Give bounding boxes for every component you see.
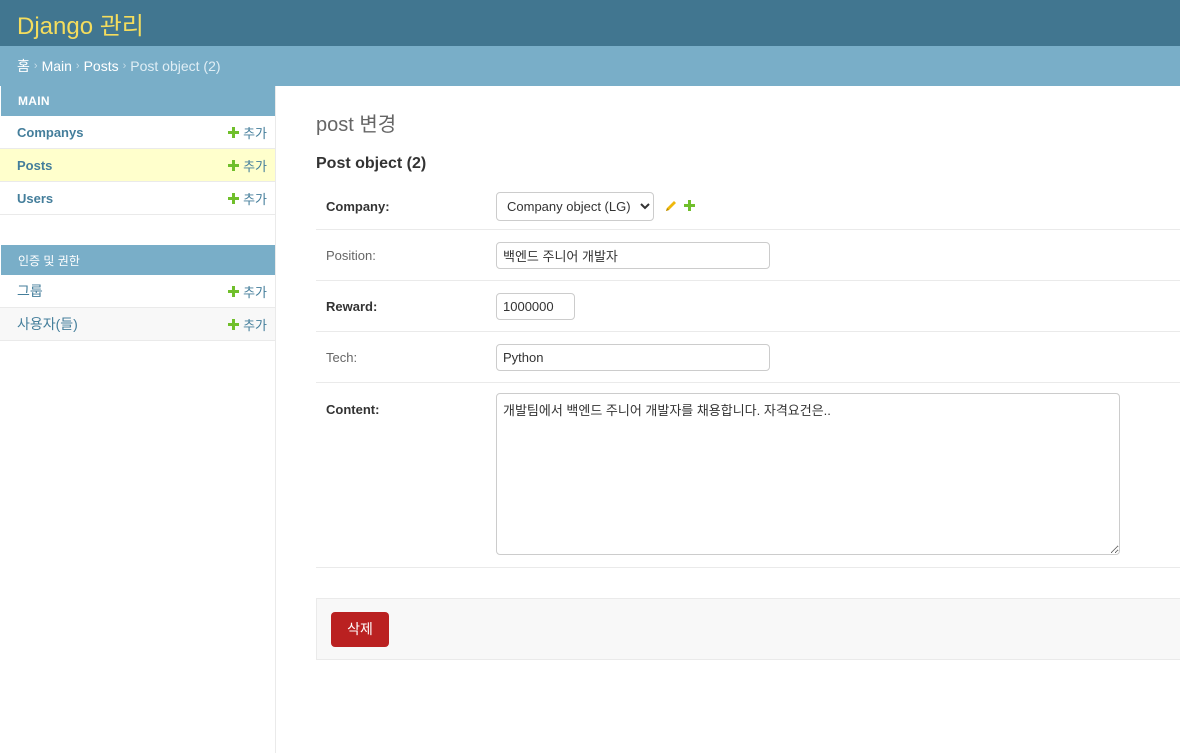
plus-icon[interactable] xyxy=(684,199,695,214)
add-posts-link[interactable]: 추가 xyxy=(228,156,267,175)
page-title: post 변경 xyxy=(316,114,397,136)
reward-label: Reward: xyxy=(326,298,378,314)
sidebar-item-users: Users 추가 xyxy=(0,182,275,215)
sidebar-item-label[interactable]: Posts xyxy=(17,158,52,173)
sidebar-module-caption[interactable]: MAIN xyxy=(1,86,275,116)
sidebar-item-groups: 그룹 추가 xyxy=(0,275,275,308)
breadcrumb-app[interactable]: Main xyxy=(42,58,72,74)
plus-icon xyxy=(228,285,240,297)
add-auth-users-link[interactable]: 추가 xyxy=(228,315,267,334)
plus-icon xyxy=(228,318,240,330)
company-label: Company: xyxy=(326,198,390,214)
tech-field-wrapper xyxy=(496,343,770,371)
add-groups-link[interactable]: 추가 xyxy=(228,282,267,301)
breadcrumb: 홈 › Main › Posts › Post object (2) xyxy=(0,46,1180,86)
sidebar-item-posts: Posts 추가 xyxy=(0,149,275,182)
add-label: 추가 xyxy=(243,158,267,174)
form-row-position: Position: xyxy=(316,230,1180,281)
site-title[interactable]: Django 관리 xyxy=(17,6,144,41)
object-title: Post object (2) xyxy=(316,155,427,172)
pencil-icon[interactable] xyxy=(664,199,678,213)
submit-row: 삭제 xyxy=(316,598,1180,660)
tech-input[interactable] xyxy=(496,343,770,371)
sidebar-item-label[interactable]: Users xyxy=(17,191,53,206)
breadcrumb-model[interactable]: Posts xyxy=(84,58,119,74)
company-field-wrapper: Company object (LG) xyxy=(496,191,695,221)
sidebar-item-label[interactable]: 그룹 xyxy=(17,281,43,301)
add-users-link[interactable]: 추가 xyxy=(228,189,267,208)
sidebar-module-main: MAIN Companys 추가 Posts 추가 Users 추가 xyxy=(0,86,275,215)
position-input[interactable] xyxy=(496,241,770,269)
breadcrumb-home[interactable]: 홈 xyxy=(17,56,30,76)
main-container: MAIN Companys 추가 Posts 추가 Users 추가 인증 및 … xyxy=(0,86,1180,753)
sidebar-module-caption[interactable]: 인증 및 권한 xyxy=(1,245,275,275)
breadcrumb-separator: › xyxy=(75,60,80,72)
sidebar-item-label[interactable]: 사용자(들) xyxy=(17,314,78,334)
content: post 변경 Post object (2) Company: Company… xyxy=(276,86,1180,753)
nav-sidebar: MAIN Companys 추가 Posts 추가 Users 추가 인증 및 … xyxy=(0,86,276,753)
add-label: 추가 xyxy=(243,284,267,300)
content-field-wrapper: 개발팀에서 백엔드 주니어 개발자를 채용합니다. 자격요건은.. xyxy=(496,393,1120,567)
form-row-content: Content: 개발팀에서 백엔드 주니어 개발자를 채용합니다. 자격요건은… xyxy=(316,383,1180,568)
form-row-reward: Reward: xyxy=(316,281,1180,332)
form-row-tech: Tech: xyxy=(316,332,1180,383)
content-label: Content: xyxy=(326,402,380,417)
plus-icon xyxy=(228,192,240,204)
form-row-company: Company: Company object (LG) xyxy=(316,183,1180,230)
company-select[interactable]: Company object (LG) xyxy=(496,191,654,221)
sidebar-module-auth: 인증 및 권한 그룹 추가 사용자(들) 추가 xyxy=(0,245,275,341)
add-companys-link[interactable]: 추가 xyxy=(228,123,267,142)
position-field-wrapper xyxy=(496,241,770,269)
position-label: Position: xyxy=(326,247,376,263)
breadcrumb-current: Post object (2) xyxy=(130,58,221,74)
content-textarea[interactable]: 개발팀에서 백엔드 주니어 개발자를 채용합니다. 자격요건은.. xyxy=(496,393,1120,555)
plus-icon xyxy=(228,126,240,138)
breadcrumb-separator: › xyxy=(33,60,38,72)
add-label: 추가 xyxy=(243,317,267,333)
delete-button[interactable]: 삭제 xyxy=(331,611,389,647)
add-label: 추가 xyxy=(243,191,267,207)
reward-field-wrapper xyxy=(496,292,575,320)
header: Django 관리 xyxy=(0,0,1180,46)
sidebar-item-users-auth: 사용자(들) 추가 xyxy=(0,308,275,341)
tech-label: Tech: xyxy=(326,349,358,365)
plus-icon xyxy=(228,159,240,171)
add-label: 추가 xyxy=(243,125,267,141)
sidebar-item-label[interactable]: Companys xyxy=(17,125,83,140)
breadcrumb-separator: › xyxy=(122,60,127,72)
reward-input[interactable] xyxy=(496,292,575,320)
sidebar-item-companys: Companys 추가 xyxy=(0,116,275,149)
